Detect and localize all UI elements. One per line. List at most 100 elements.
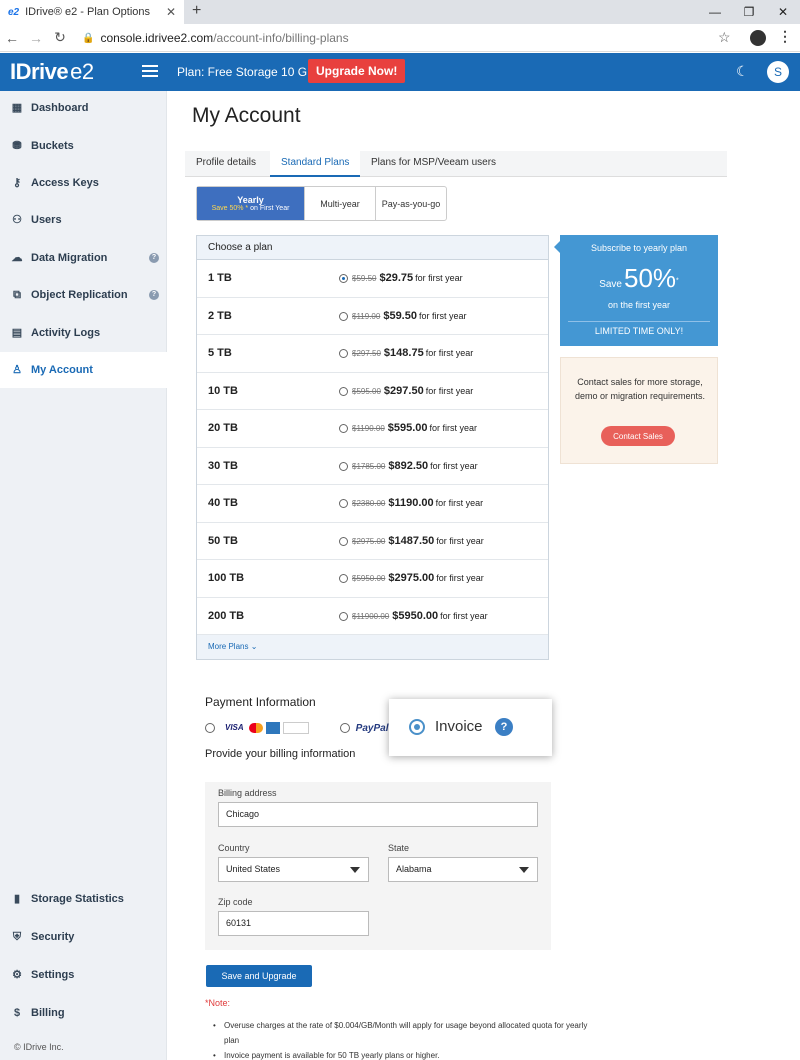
help-icon[interactable]: ?	[495, 718, 513, 736]
plan-radio[interactable]	[339, 386, 348, 396]
plan-radio[interactable]	[339, 274, 348, 283]
sidebar-item-buckets[interactable]: ⛃ Buckets	[0, 128, 167, 164]
tab-profile-details[interactable]: Profile details	[185, 151, 267, 177]
close-window-icon[interactable]: ✕	[766, 0, 800, 24]
paypal-radio[interactable]	[339, 723, 350, 733]
plan-radio[interactable]	[339, 536, 348, 546]
address-bar: ← → ↻ 🔒 console.idrivee2.com/account-inf…	[0, 24, 800, 52]
plan-price: $11900.00 $5950.00 for first year	[352, 609, 488, 622]
contact-sales-button[interactable]: Contact Sales	[601, 426, 675, 446]
invoice-radio[interactable]	[409, 719, 425, 735]
favicon-icon: e2	[8, 6, 20, 18]
plan-row[interactable]: 200 TB $11900.00 $5950.00 for first year	[197, 598, 548, 635]
plan-price: $1190.00 $595.00 for first year	[352, 422, 478, 434]
sidebar-item-data-migration[interactable]: ☁ Data Migration ?	[0, 240, 167, 276]
browser-tabbar: e2 IDrive® e2 - Plan Options ✕ + — ❐ ✕	[0, 0, 800, 24]
plan-price: $297.50 $148.75 for first year	[352, 347, 474, 359]
chevron-down-icon: ⌄	[250, 642, 258, 651]
card-radio[interactable]	[205, 723, 215, 733]
billing-address-input[interactable]: Chicago	[218, 802, 538, 827]
plan-radio[interactable]	[339, 424, 348, 433]
sidebar-item-access-keys[interactable]: ⚷ Access Keys	[0, 165, 167, 201]
sidebar-item-dashboard[interactable]: ▦ Dashboard	[0, 90, 167, 126]
plan-row[interactable]: 10 TB $595.00 $297.50 for first year	[197, 373, 548, 410]
forward-icon[interactable]: →	[24, 30, 48, 46]
yearly-option[interactable]: Yearly Save 50% * on First Year	[197, 187, 305, 220]
upgrade-now-button[interactable]: Upgrade Now!	[308, 59, 406, 83]
dark-mode-icon[interactable]: ☾	[736, 63, 749, 80]
browser-tab[interactable]: e2 IDrive® e2 - Plan Options ✕	[0, 0, 184, 24]
plan-price: $595.00 $297.50 for first year	[352, 384, 474, 397]
plan-size: 30 TB	[208, 459, 238, 472]
sidebar-item-settings[interactable]: ⚙ Settings	[0, 957, 167, 993]
plan-radio[interactable]	[339, 574, 348, 583]
dashboard-icon: ▦	[11, 102, 23, 114]
help-icon[interactable]: ?	[149, 253, 159, 263]
help-icon[interactable]: ?	[149, 290, 159, 300]
tab-msp-veeam-plans[interactable]: Plans for MSP/Veeam users	[360, 151, 507, 177]
browser-tab-title: IDrive® e2 - Plan Options	[25, 6, 151, 18]
plan-row[interactable]: 100 TB $5950.00 $2975.00 for first year	[197, 560, 548, 598]
tab-standard-plans[interactable]: Standard Plans	[270, 151, 361, 177]
plan-row[interactable]: 50 TB $2975.00 $1487.50 for first year	[197, 523, 548, 560]
app-header: IDrivee2 Plan: Free Storage 10 GB Upgrad…	[0, 53, 800, 91]
restore-icon[interactable]: ❐	[732, 0, 766, 24]
plan-row[interactable]: 40 TB $2380.00 $1190.00 for first year	[197, 485, 548, 523]
country-select[interactable]: United States	[218, 857, 369, 882]
browser-menu-icon[interactable]: ⋮	[778, 28, 792, 45]
minimize-icon[interactable]: —	[698, 0, 732, 24]
plan-radio[interactable]	[339, 311, 348, 321]
url-field[interactable]: 🔒 console.idrivee2.com/account-info/bill…	[82, 27, 742, 49]
plans-header: Choose a plan	[197, 236, 548, 260]
sidebar-item-object-replication[interactable]: ⧉ Object Replication ?	[0, 277, 167, 313]
plan-radio[interactable]	[339, 499, 348, 508]
sidebar-item-billing[interactable]: $ Billing	[0, 995, 167, 1031]
paypal-label: PayPal	[355, 722, 389, 734]
plan-price: $2975.00 $1487.50 for first year	[352, 534, 484, 547]
pay-as-you-go-option[interactable]: Pay-as-you-go	[376, 187, 446, 220]
plan-radio[interactable]	[339, 611, 348, 621]
state-select[interactable]: Alabama	[388, 857, 538, 882]
billing-period-toggle: Yearly Save 50% * on First Year Multi-ye…	[196, 186, 447, 221]
more-plans-link[interactable]: More Plans ⌄	[197, 635, 548, 659]
country-label: Country	[218, 843, 250, 853]
plan-price: $5950.00 $2975.00 for first year	[352, 572, 484, 584]
plan-radio[interactable]	[339, 349, 348, 358]
plan-price: $119.00 $59.50 for first year	[352, 309, 467, 322]
close-tab-icon[interactable]: ✕	[166, 5, 176, 19]
payment-heading: Payment Information	[205, 695, 316, 709]
sidebar-item-activity-logs[interactable]: ▤ Activity Logs	[0, 315, 167, 351]
shield-icon: ⛨	[12, 931, 22, 943]
hamburger-menu-icon[interactable]	[142, 62, 158, 80]
bookmark-star-icon[interactable]: ☆	[718, 29, 731, 46]
plan-row[interactable]: 5 TB $297.50 $148.75 for first year	[197, 335, 548, 373]
logo[interactable]: IDrivee2	[10, 59, 94, 85]
save-and-upgrade-button[interactable]: Save and Upgrade	[206, 965, 312, 987]
amex-icon	[265, 722, 280, 734]
sidebar-item-my-account[interactable]: ♙ My Account	[0, 352, 167, 388]
invoice-label: Invoice	[435, 718, 483, 735]
sidebar-item-storage-statistics[interactable]: ▮ Storage Statistics	[0, 881, 167, 917]
stats-icon: ▮	[13, 893, 21, 905]
plan-radio[interactable]	[339, 461, 348, 471]
avatar[interactable]: S	[767, 61, 789, 83]
sidebar-item-users[interactable]: ⚇ Users	[0, 202, 167, 238]
sidebar: ▦ Dashboard ⛃ Buckets ⚷ Access Keys ⚇ Users …	[0, 91, 167, 1060]
plan-price: $59.50 $29.75 for first year	[352, 272, 463, 284]
yearly-promo-banner: Subscribe to yearly plan Save50%* on the…	[554, 235, 718, 346]
new-tab-icon[interactable]: +	[192, 2, 201, 20]
dollar-icon: $	[13, 1007, 21, 1019]
state-label: State	[388, 843, 410, 853]
multi-year-option[interactable]: Multi-year	[305, 187, 376, 220]
page-title: My Account	[192, 104, 301, 127]
plan-row[interactable]: 30 TB $1785.00 $892.50 for first year	[197, 448, 548, 485]
back-icon[interactable]: ←	[0, 30, 24, 46]
sidebar-item-security[interactable]: ⛨ Security	[0, 919, 167, 955]
plan-row[interactable]: 1 TB $59.50 $29.75 for first year	[197, 260, 548, 298]
zip-input[interactable]: 60131	[218, 911, 369, 936]
profile-icon[interactable]	[750, 30, 766, 46]
plan-row[interactable]: 2 TB $119.00 $59.50 for first year	[197, 298, 548, 335]
plan-row[interactable]: 20 TB $1190.00 $595.00 for first year	[197, 410, 548, 448]
reload-icon[interactable]: ↻	[48, 29, 72, 46]
discover-icon	[282, 722, 309, 734]
